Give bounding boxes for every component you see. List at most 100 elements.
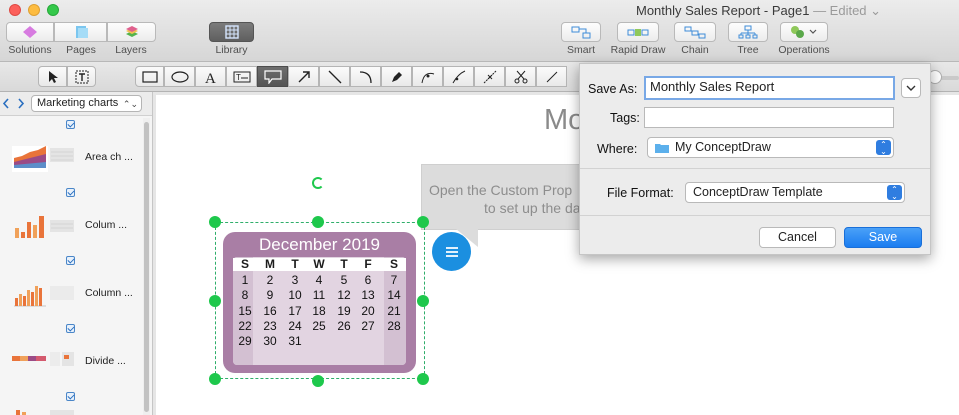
text-box-icon: T xyxy=(233,71,250,82)
svg-text:A: A xyxy=(205,71,216,84)
divided-bar-thumbnail xyxy=(12,352,74,366)
curve-icon xyxy=(452,70,465,83)
save-button[interactable]: Save xyxy=(844,227,922,248)
pages-icon xyxy=(75,26,88,38)
library-item-area-chart[interactable]: Area ch ... xyxy=(0,120,142,190)
arrow-tool[interactable] xyxy=(288,66,319,87)
resize-handle-n[interactable] xyxy=(312,216,324,228)
layers-button[interactable] xyxy=(107,22,156,42)
tree-label: Tree xyxy=(737,44,759,56)
connector-tool[interactable] xyxy=(536,66,567,87)
library-scrollbar[interactable] xyxy=(143,118,150,415)
solutions-label: Solutions xyxy=(8,44,52,56)
where-dropdown[interactable]: My ConceptDraw ⌃ ⌄ xyxy=(647,137,894,158)
library-item-column-chart[interactable]: Colum ... xyxy=(0,188,142,258)
connector-icon xyxy=(546,71,557,82)
dialog-separator xyxy=(580,168,930,169)
line-icon xyxy=(328,70,341,83)
polyline-icon xyxy=(483,70,496,83)
rectangle-tool[interactable] xyxy=(135,66,164,87)
bezier-icon xyxy=(421,72,434,83)
callout-tool[interactable] xyxy=(257,66,288,87)
expand-dialog-button[interactable] xyxy=(901,78,921,98)
polyline-tool[interactable] xyxy=(474,66,505,87)
arc-tool[interactable] xyxy=(350,66,381,87)
where-value: My ConceptDraw xyxy=(675,140,771,154)
where-label: Where: xyxy=(597,142,638,156)
save-as-input[interactable]: Monthly Sales Report xyxy=(644,76,895,100)
app-window: Monthly Sales Report - Page1 — Edited ⌄ … xyxy=(0,0,959,415)
zoom-window-button[interactable] xyxy=(47,4,59,16)
text-box-tool[interactable]: T xyxy=(226,66,257,87)
rotate-handle-icon[interactable] xyxy=(312,177,324,189)
pen-tool[interactable] xyxy=(381,66,412,87)
resize-handle-sw[interactable] xyxy=(209,373,221,385)
pages-button[interactable] xyxy=(54,22,107,42)
library-label: Library xyxy=(215,44,248,56)
resize-handle-w[interactable] xyxy=(209,295,221,307)
chain-button[interactable] xyxy=(674,22,716,42)
rectangle-icon xyxy=(141,70,158,83)
tree-icon xyxy=(738,25,758,39)
resize-handle-s[interactable] xyxy=(312,375,324,387)
resize-handle-se[interactable] xyxy=(417,373,429,385)
arrow-icon xyxy=(298,70,310,82)
text-box-select-icon xyxy=(75,70,88,83)
callout-icon xyxy=(263,69,282,84)
tree-button[interactable] xyxy=(728,22,768,42)
scrollbar-thumb[interactable] xyxy=(144,122,149,412)
selection-rectangle xyxy=(215,222,425,379)
window-title: Monthly Sales Report - Page1 — Edited ⌄ xyxy=(636,3,881,19)
library-icon xyxy=(224,25,239,39)
ellipse-tool[interactable] xyxy=(164,66,195,87)
layers-icon xyxy=(125,26,138,37)
library-item-label: Area ch ... xyxy=(85,151,133,163)
partial-chart-thumbnail xyxy=(16,410,74,415)
solutions-icon xyxy=(23,26,37,38)
cancel-button[interactable]: Cancel xyxy=(759,227,836,248)
library-button[interactable] xyxy=(209,22,254,42)
solutions-button[interactable] xyxy=(6,22,54,42)
operations-icon xyxy=(791,26,817,38)
smart-button[interactable] xyxy=(561,22,601,42)
line-tool[interactable] xyxy=(319,66,350,87)
file-format-value: ConceptDraw Template xyxy=(693,185,823,199)
resize-handle-ne[interactable] xyxy=(417,216,429,228)
resize-handle-nw[interactable] xyxy=(209,216,221,228)
callout-shape[interactable]: Open the Custom Prop to set up the da xyxy=(421,164,581,230)
updown-chevron-icon: ⌃⌄ xyxy=(887,185,902,201)
chevron-down-icon xyxy=(906,85,916,91)
smart-label: Smart xyxy=(566,44,595,56)
rapid-draw-icon xyxy=(627,29,649,36)
updown-chevron-icon: ⌃⌄ xyxy=(876,140,891,156)
operations-button[interactable] xyxy=(780,22,828,42)
save-as-value: Monthly Sales Report xyxy=(650,79,775,94)
text-select-tool[interactable] xyxy=(67,66,96,87)
text-tool[interactable]: A xyxy=(195,66,226,87)
chevron-right-icon[interactable] xyxy=(17,98,25,109)
shape-action-menu-button[interactable] xyxy=(432,232,471,271)
library-header: Marketing charts ⌃⌄ xyxy=(0,92,152,116)
updown-chevron-icon: ⌃⌄ xyxy=(122,99,138,109)
edited-indicator[interactable]: — Edited ⌄ xyxy=(813,3,881,18)
library-item-divided-bar[interactable]: Divide ... xyxy=(0,324,142,394)
close-window-button[interactable] xyxy=(9,4,21,16)
arc-icon xyxy=(359,70,372,83)
library-checkbox[interactable] xyxy=(66,392,75,401)
library-item-column-chart-2[interactable]: Column ... xyxy=(0,256,142,326)
arrow-pointer-icon xyxy=(48,70,58,83)
file-format-dropdown[interactable]: ConceptDraw Template ⌃ ⌄ xyxy=(685,182,905,203)
chevron-left-icon[interactable] xyxy=(2,98,10,109)
rapid-draw-button[interactable] xyxy=(617,22,659,42)
select-tool[interactable] xyxy=(38,66,67,87)
resize-handle-e[interactable] xyxy=(417,295,429,307)
area-chart-thumbnail xyxy=(12,146,74,172)
window-title-text: Monthly Sales Report - Page1 xyxy=(636,3,810,18)
bezier-tool[interactable] xyxy=(412,66,443,87)
curve-tool[interactable] xyxy=(443,66,474,87)
scissors-tool[interactable] xyxy=(505,66,536,87)
library-item-label: Colum ... xyxy=(85,219,128,231)
library-dropdown[interactable]: Marketing charts ⌃⌄ xyxy=(31,95,142,112)
tags-input[interactable] xyxy=(644,107,894,128)
minimize-window-button[interactable] xyxy=(28,4,40,16)
